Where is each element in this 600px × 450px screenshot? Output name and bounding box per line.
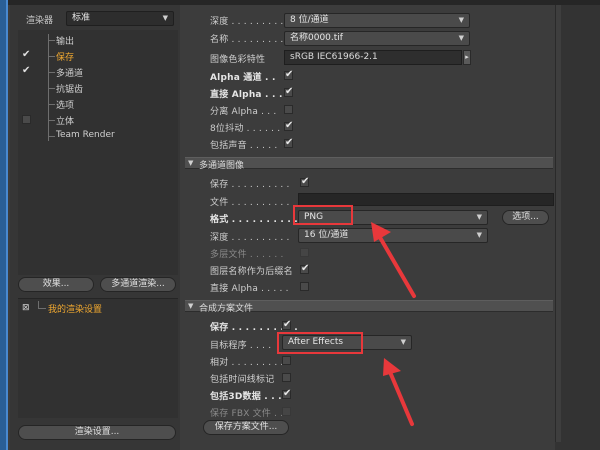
name-value: 名称0000.tif [290,33,343,43]
mp-save-checkbox[interactable] [300,176,309,187]
render-settings-list: ⊠ 我的渲染设置 [18,298,178,418]
section-title: 多通道图像 [199,161,245,171]
tree-item-label: 立体 [56,117,75,127]
depth-label: 深度 . . . . . . . . . [210,17,284,27]
alpha-channel-checkbox[interactable] [284,69,293,80]
cp-include3d-label: 包括3D数据 . . . [210,392,282,402]
cp-relative-checkbox[interactable] [282,356,291,365]
cp-include3d-checkbox[interactable] [282,388,291,399]
vertical-scrollbar[interactable] [555,5,561,442]
mp-file-label: 文件 . . . . . . . . . . [210,198,290,208]
mp-multilayer-checkbox[interactable] [300,248,309,257]
annotation-box-target [277,332,363,354]
effects-button[interactable]: 效果... [18,277,94,292]
checkmark-icon[interactable]: ✔ [22,66,32,76]
chevron-down-icon: ▼ [400,338,406,346]
alpha-channel-label: Alpha 通道 . . [210,73,276,83]
separate-alpha-checkbox[interactable] [284,105,293,114]
mp-depth-label: 深度 . . . . . . . . . . [210,233,290,243]
name-label: 名称 . . . . . . . . . [210,35,284,45]
chevron-down-icon: ▼ [162,14,168,22]
depth-value: 8 位/通道 [290,15,329,25]
straight-alpha-checkbox[interactable] [284,86,293,97]
renderer-label: 渲染器 [26,16,54,26]
tree-item-stereo[interactable]: 立体 [18,113,178,127]
mp-layer-name-checkbox[interactable] [300,263,309,274]
name-dropdown[interactable]: 名称0000.tif ▼ [284,31,470,46]
cp-timeline-checkbox[interactable] [282,373,291,382]
tree-item-label: 抗锯齿 [56,85,84,95]
tree-item-label: Team Render [56,130,115,140]
profile-menu-button[interactable]: ▸ [463,50,471,65]
tree-item-label: 选项 [56,101,75,111]
tree-item-output[interactable]: 输出 [18,33,178,47]
checkmark-icon[interactable]: ✔ [22,50,32,60]
save-project-file-button[interactable]: 保存方案文件... [203,420,289,435]
straight-alpha-label: 直接 Alpha . . . [210,90,283,100]
mp-layer-name-label: 图层名称作为后缀名 [210,267,293,277]
tree-item-save[interactable]: ✔ 保存 [18,49,178,64]
annotation-box-format [293,205,353,225]
cp-fbx-label: 保存 FBX 文件 . . [210,409,284,419]
checkbox[interactable] [22,115,31,124]
dither-label: 8位抖动 . . . . . . [210,124,281,134]
renderer-value: 标准 [72,13,91,23]
include-sound-checkbox[interactable] [284,137,293,148]
collapse-triangle-icon: ▼ [188,302,194,310]
dither-checkbox[interactable] [284,120,293,131]
renderer-dropdown[interactable]: 标准 ▼ [66,11,174,26]
options-button[interactable]: 选项... [502,210,549,225]
color-profile-field[interactable]: sRGB IEC61966-2.1 [284,50,462,65]
separate-alpha-label: 分离 Alpha . . . [210,107,277,117]
tree-item-label: 保存 [56,53,75,63]
section-title: 合成方案文件 [199,304,254,314]
preset-item-my-render-settings[interactable]: 我的渲染设置 [48,302,102,315]
mp-format-label: 格式 . . . . . . . . . . [210,215,298,225]
collapse-triangle-icon: ▼ [188,159,194,167]
scrollbar-area [555,5,600,450]
mp-depth-value: 16 位/通道 [304,230,349,240]
tree-item-options[interactable]: 选项 [18,97,178,111]
render-settings-button[interactable]: 渲染设置... [18,425,176,440]
window-frame-left [0,0,8,450]
mp-straight-alpha-label: 直接 Alpha . . . . . [210,284,289,294]
cp-timeline-label: 包括时间线标记 [210,375,275,385]
cp-relative-label: 相对 . . . . . . . . . . [210,358,290,368]
settings-tree: 输出 ✔ 保存 ✔ 多通道 抗锯齿 选项 立体 Team Render [18,30,178,275]
tree-item-multipass[interactable]: ✔ 多通道 [18,65,178,80]
tree-item-label: 输出 [56,37,75,47]
chevron-down-icon: ▼ [476,231,482,239]
color-profile-label: 图像色彩特性 [210,55,266,65]
chevron-down-icon: ▼ [458,34,464,42]
tree-item-team-render[interactable]: Team Render [18,129,178,143]
chevron-down-icon: ▼ [476,213,482,221]
tree-item-label: 多通道 [56,69,84,79]
render-preset-icon: ⊠ [22,303,30,313]
color-profile-value: sRGB IEC61966-2.1 [290,52,378,62]
mp-straight-alpha-checkbox[interactable] [300,282,309,291]
cp-fbx-checkbox[interactable] [282,407,291,416]
mp-multilayer-label: 多层文件 . . . . . . [210,250,284,260]
section-compositing-header[interactable]: ▼ 合成方案文件 [185,300,553,314]
section-multipass-header[interactable]: ▼ 多通道图像 [185,157,553,171]
cp-target-label: 目标程序 . . . . [210,341,272,351]
tree-item-antialiasing[interactable]: 抗锯齿 [18,81,178,95]
mp-save-label: 保存 . . . . . . . . . . [210,180,290,190]
depth-dropdown[interactable]: 8 位/通道 ▼ [284,13,470,28]
multipass-render-button[interactable]: 多通道渲染... [100,277,176,292]
include-sound-label: 包括声音 . . . . . [210,141,278,151]
mp-depth-dropdown[interactable]: 16 位/通道 ▼ [298,228,488,243]
chevron-down-icon: ▼ [458,16,464,24]
cp-save-checkbox[interactable] [282,319,291,330]
